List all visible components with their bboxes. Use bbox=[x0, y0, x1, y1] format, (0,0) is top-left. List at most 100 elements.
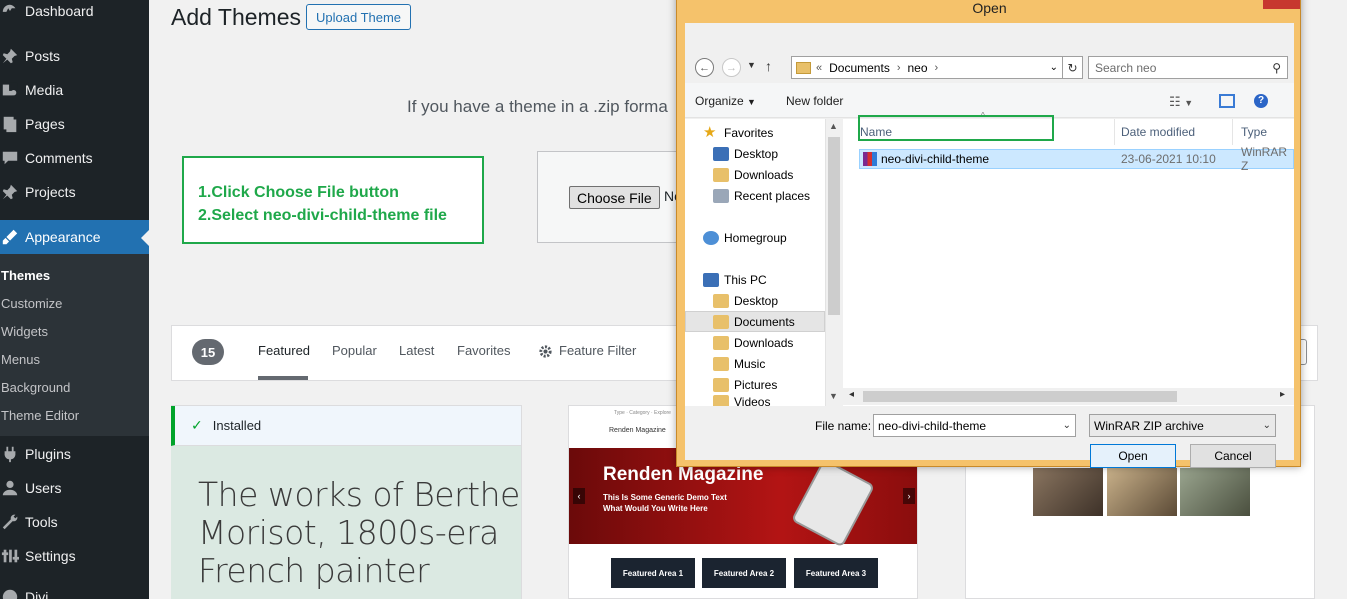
preview-nav: Type · Category · Explore bbox=[614, 410, 671, 416]
submenu-theme-editor[interactable]: Theme Editor bbox=[1, 408, 79, 423]
chevron-down-icon[interactable]: ⌄ bbox=[1050, 62, 1058, 73]
nav-label: Downloads bbox=[734, 167, 794, 182]
scroll-left-icon[interactable]: ◂ bbox=[849, 389, 854, 400]
breadcrumb-segment[interactable]: Documents bbox=[829, 61, 890, 75]
search-placeholder: Search neo bbox=[1095, 60, 1157, 75]
desktop-icon bbox=[713, 146, 729, 161]
menu-projects[interactable]: Projects bbox=[0, 175, 149, 209]
recent-dropdown-icon[interactable]: ▼ bbox=[747, 60, 756, 70]
breadcrumb-segment[interactable]: neo bbox=[908, 61, 928, 75]
menu-appearance[interactable]: Appearance bbox=[0, 220, 149, 254]
dialog-body: ← → ▼ ↑ « Documents › neo › ⌄ ↻ Search n… bbox=[685, 23, 1294, 468]
chevron-down-icon[interactable]: ⌄ bbox=[1063, 420, 1071, 431]
menu-posts[interactable]: Posts bbox=[0, 39, 149, 73]
preview-photo bbox=[1033, 468, 1103, 516]
gear-icon[interactable] bbox=[538, 344, 553, 359]
nav-this-pc[interactable]: This PC bbox=[703, 269, 843, 290]
nav-homegroup[interactable]: Homegroup bbox=[703, 227, 843, 248]
preview-photo bbox=[1180, 468, 1250, 516]
star-icon: ★ bbox=[703, 123, 717, 141]
back-arrow-icon[interactable]: ← bbox=[695, 58, 714, 77]
tab-featured[interactable]: Featured bbox=[258, 343, 310, 358]
forward-arrow-icon[interactable]: → bbox=[722, 58, 741, 77]
nav-documents[interactable]: Documents bbox=[685, 311, 825, 332]
screenshot-text-line: French painter bbox=[198, 551, 430, 590]
overflow-chevron-icon: « bbox=[816, 61, 823, 74]
navigation-pane: ★ Favorites Desktop Downloads Recent plac… bbox=[685, 119, 835, 406]
organize-menu[interactable]: Organize ▼ bbox=[695, 94, 756, 108]
new-folder-button[interactable]: New folder bbox=[786, 94, 843, 108]
menu-settings[interactable]: Settings bbox=[0, 539, 149, 573]
column-date-modified[interactable]: Date modified bbox=[1121, 125, 1195, 139]
file-list: ^ Name Date modified Type neo-divi-child… bbox=[843, 111, 1294, 406]
chevron-right-icon: › bbox=[934, 61, 939, 74]
choose-file-button[interactable]: Choose File bbox=[569, 186, 660, 209]
nav-label: Documents bbox=[734, 314, 795, 329]
tab-favorites[interactable]: Favorites bbox=[457, 343, 510, 358]
users-icon bbox=[0, 479, 20, 497]
scroll-thumb[interactable] bbox=[863, 391, 1177, 402]
submenu-customize[interactable]: Customize bbox=[1, 296, 62, 311]
upload-theme-button[interactable]: Upload Theme bbox=[306, 4, 412, 30]
nav-favorites[interactable]: ★ Favorites bbox=[703, 122, 843, 143]
phone-illustration bbox=[790, 458, 876, 548]
tab-latest[interactable]: Latest bbox=[399, 343, 434, 358]
instruction-line-1: 1.Click Choose File button bbox=[198, 184, 399, 201]
submenu-themes[interactable]: Themes bbox=[1, 268, 50, 283]
menu-comments[interactable]: Comments bbox=[0, 141, 149, 175]
scroll-right-icon[interactable]: ▸ bbox=[1280, 389, 1285, 400]
menu-dashboard[interactable]: Dashboard bbox=[0, 0, 149, 28]
view-options-icon[interactable]: ☷ ▼ bbox=[1169, 94, 1193, 110]
page-title: Add Themes bbox=[171, 4, 301, 30]
dialog-title: Open bbox=[972, 0, 1007, 16]
cancel-button[interactable]: Cancel bbox=[1190, 444, 1276, 468]
file-list-hscrollbar[interactable]: ◂ ▸ bbox=[843, 388, 1294, 405]
chevron-left-icon: ‹ bbox=[573, 488, 585, 504]
search-input[interactable]: Search neo ⚲ bbox=[1088, 56, 1288, 79]
address-bar[interactable]: « Documents › neo › ⌄ bbox=[791, 56, 1063, 79]
help-icon[interactable]: ? bbox=[1254, 94, 1268, 108]
column-divider bbox=[1114, 119, 1115, 145]
hero-subtitle: This Is Some Generic Demo Text What Woul… bbox=[603, 492, 727, 514]
menu-plugins[interactable]: Plugins bbox=[0, 437, 149, 471]
column-type[interactable]: Type bbox=[1241, 125, 1267, 139]
menu-media[interactable]: Media bbox=[0, 73, 149, 107]
wrench-icon bbox=[0, 513, 20, 531]
featured-area-tile: Featured Area 3 bbox=[794, 558, 878, 588]
nav-pane-scrollbar[interactable]: ▲ ▼ bbox=[825, 119, 842, 406]
scroll-thumb[interactable] bbox=[828, 137, 840, 315]
menu-label: Settings bbox=[25, 548, 76, 564]
open-button[interactable]: Open bbox=[1090, 444, 1176, 468]
up-arrow-icon[interactable]: ↑ bbox=[765, 58, 772, 74]
tab-popular[interactable]: Popular bbox=[332, 343, 377, 358]
recent-places-icon bbox=[713, 188, 729, 203]
menu-tools[interactable]: Tools bbox=[0, 505, 149, 539]
file-highlight-callout bbox=[858, 115, 1054, 141]
chevron-right-icon: › bbox=[896, 61, 901, 74]
submenu-widgets[interactable]: Widgets bbox=[1, 324, 48, 339]
downloads-folder-icon bbox=[713, 167, 729, 182]
screenshot-text-line: Morisot, 1800s-era bbox=[198, 513, 499, 552]
menu-pages[interactable]: Pages bbox=[0, 107, 149, 141]
menu-label: Media bbox=[25, 82, 64, 98]
chevron-right-icon: › bbox=[903, 488, 915, 504]
feature-filter-link[interactable]: Feature Filter bbox=[559, 343, 636, 358]
file-type-select[interactable]: WinRAR ZIP archive ⌄ bbox=[1089, 414, 1276, 437]
submenu-background[interactable]: Background bbox=[1, 380, 70, 395]
scroll-down-icon[interactable]: ▼ bbox=[829, 391, 838, 401]
file-name-label: File name: bbox=[815, 419, 872, 433]
chevron-down-icon[interactable]: ⌄ bbox=[1263, 420, 1271, 431]
featured-area-tile: Featured Area 1 bbox=[611, 558, 695, 588]
column-divider bbox=[1232, 119, 1233, 145]
submenu-menus[interactable]: Menus bbox=[1, 352, 40, 367]
pictures-folder-icon bbox=[713, 377, 729, 392]
preview-pane-icon[interactable] bbox=[1219, 94, 1235, 108]
dialog-close-button[interactable] bbox=[1263, 0, 1300, 9]
search-icon: ⚲ bbox=[1272, 61, 1281, 75]
menu-divi[interactable]: Divi bbox=[0, 580, 149, 599]
file-name-input[interactable]: neo-divi-child-theme ⌄ bbox=[873, 414, 1076, 437]
refresh-icon[interactable]: ↻ bbox=[1063, 56, 1083, 79]
menu-users[interactable]: Users bbox=[0, 471, 149, 505]
music-folder-icon bbox=[713, 356, 729, 371]
scroll-up-icon[interactable]: ▲ bbox=[829, 121, 838, 131]
